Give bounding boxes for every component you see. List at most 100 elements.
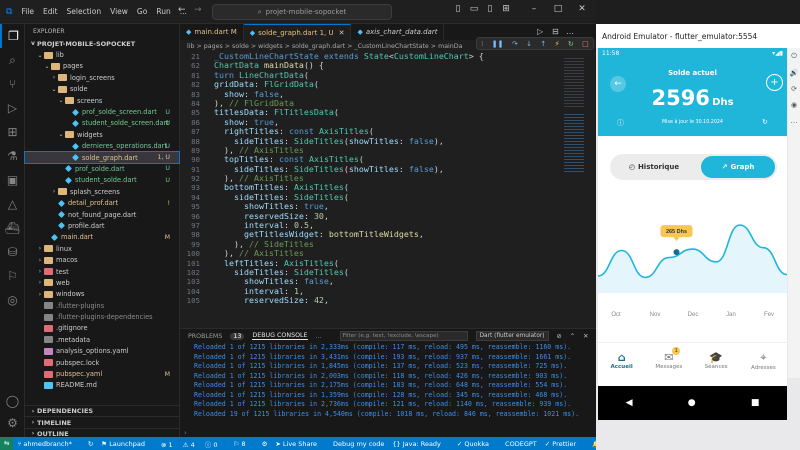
tree-item[interactable]: ⌄ screens xyxy=(25,95,179,106)
minimap[interactable] xyxy=(560,52,588,326)
prettier-status[interactable]: ✓ Prettier xyxy=(545,440,584,448)
debug-target-select[interactable]: Dart (flutter emulator) xyxy=(475,331,549,341)
tree-item[interactable]: › linux xyxy=(25,243,179,254)
data-point-highlight[interactable] xyxy=(673,249,680,256)
sync-icon[interactable]: ↻ xyxy=(88,440,93,448)
tree-item[interactable]: .gitignore xyxy=(25,323,179,334)
tree-item[interactable]: ⌄ widgets xyxy=(25,129,179,140)
info-icon[interactable]: ⓘ xyxy=(617,118,624,128)
tree-item[interactable]: .flutter-plugins-dependencies xyxy=(25,311,179,322)
run-icon[interactable]: ▷ xyxy=(537,27,543,36)
tab-problems[interactable]: PROBLEMS xyxy=(188,333,222,340)
chevron-up-icon[interactable]: ⌃ xyxy=(570,333,575,340)
project-root[interactable]: v PROJET-MOBILE-SOPOCKET xyxy=(25,38,179,49)
search-icon[interactable]: ⌕ xyxy=(0,48,25,72)
nav-messages[interactable]: ✉ Messages 1 xyxy=(645,343,692,386)
launchpad[interactable]: ⚑ Launchpad xyxy=(101,440,153,448)
database-icon[interactable]: ⛁ xyxy=(0,240,25,264)
nav-accueil[interactable]: ⌂ Accueil xyxy=(598,343,645,386)
menu-file[interactable]: File xyxy=(21,7,34,16)
java-status[interactable]: {} Java: Ready xyxy=(392,440,449,448)
git-branch[interactable]: ⑂ ahmedbranch* xyxy=(17,440,79,448)
code-editor[interactable]: 21 _CustomLineChartState extends State<Cu… xyxy=(180,52,596,326)
tree-item[interactable]: .flutter-plugins xyxy=(25,300,179,311)
gear-icon[interactable]: ⚙ xyxy=(0,411,25,435)
hot-reload-icon[interactable]: ⚡ xyxy=(555,40,560,48)
layout-panel-icon[interactable]: ▭ xyxy=(468,4,480,18)
tab-debug-console[interactable]: DEBUG CONSOLE xyxy=(252,332,308,340)
tree-item[interactable]: › web xyxy=(25,277,179,288)
explorer-icon[interactable]: ❐ xyxy=(0,24,25,48)
docker-icon[interactable]: ⛴ xyxy=(0,216,25,240)
problems-status[interactable]: ⊗ 1 ⚠ 4 ⓘ 0 xyxy=(161,439,226,449)
split-editor-icon[interactable]: ⊟ xyxy=(552,27,559,36)
tree-item[interactable]: prof_solde_screen.dart U xyxy=(25,106,179,117)
section-dependencies[interactable]: › DEPENDENCIES xyxy=(25,405,180,416)
android-back-icon[interactable]: ◀ xyxy=(626,398,633,408)
tab-axis-chart-data[interactable]: ◆ axis_chart_data.dart xyxy=(351,24,445,40)
close-tab-icon[interactable]: ✕ xyxy=(339,29,345,37)
remote-icon[interactable]: ▣ xyxy=(0,168,25,192)
tree-item[interactable]: profile.dart xyxy=(25,220,179,231)
tree-item[interactable]: › macos xyxy=(25,254,179,265)
toggle-history[interactable]: ◴ Historique xyxy=(612,156,696,178)
tree-item[interactable]: detail_prof.dart! xyxy=(25,197,179,208)
tree-item[interactable]: › windows xyxy=(25,289,179,300)
menu-selection[interactable]: Selection xyxy=(67,7,102,16)
tree-item[interactable]: ⌄ lib xyxy=(25,49,179,60)
forward-arrow-icon[interactable]: → xyxy=(194,5,202,15)
refresh-icon[interactable]: ↻ xyxy=(762,118,768,126)
drag-handle-icon[interactable]: ⁞ xyxy=(481,40,483,48)
live-share[interactable]: ➤ Live Share xyxy=(275,440,325,448)
tree-item[interactable]: dernieres_operations.dart U xyxy=(25,141,179,152)
nav-seances[interactable]: 🎓 Séances xyxy=(693,343,740,386)
layout-sidebar-icon[interactable]: ▯ xyxy=(452,4,464,18)
tab-more[interactable]: ... xyxy=(316,333,322,340)
android-recents-icon[interactable]: ■ xyxy=(751,398,760,408)
stop-icon[interactable]: □ xyxy=(582,40,589,48)
layout-custom-icon[interactable]: ⊞ xyxy=(500,4,512,18)
panel-close-icon[interactable]: ✕ xyxy=(583,333,588,340)
debug-status[interactable]: Debug my code xyxy=(333,440,384,448)
menu-run[interactable]: Run xyxy=(156,7,170,16)
menu-edit[interactable]: Edit xyxy=(43,7,58,16)
tree-item[interactable]: › splash_screens xyxy=(25,186,179,197)
test-icon[interactable]: ⚐ xyxy=(0,264,25,288)
filter-input[interactable]: Filter (e.g. text, !exclude, \escape) xyxy=(339,331,468,341)
azure-icon[interactable]: △ xyxy=(0,192,25,216)
tree-item[interactable]: .metadata xyxy=(25,334,179,345)
menu-view[interactable]: View xyxy=(110,7,128,16)
tree-item[interactable]: main.dart M xyxy=(25,232,179,243)
emulator-power-icon[interactable]: ⏻ xyxy=(788,52,800,61)
tree-item[interactable]: pubspec.lock xyxy=(25,357,179,368)
tab-main-dart[interactable]: ◆ main.dart M xyxy=(180,24,244,40)
quokka-status[interactable]: ✓ Quokka xyxy=(457,440,497,448)
ports-status[interactable]: ⚐ 8 xyxy=(234,440,254,448)
tree-item[interactable]: solde_graph.dart 1, U xyxy=(24,150,180,165)
extension-icon[interactable]: ⚙ xyxy=(262,440,268,448)
minimize-icon[interactable]: – xyxy=(528,4,540,18)
run-debug-icon[interactable]: ▷ xyxy=(0,96,25,120)
back-arrow-icon[interactable]: ← xyxy=(178,5,186,15)
codegpt-status[interactable]: CODEGPT xyxy=(505,440,537,448)
console-prompt-icon[interactable]: › xyxy=(184,429,187,437)
tree-item[interactable]: not_found_page.dart xyxy=(25,209,179,220)
more-actions-icon[interactable]: … xyxy=(566,27,574,36)
layout-secondary-icon[interactable]: ▯ xyxy=(484,4,496,18)
toggle-graph[interactable]: ↗ Graph xyxy=(701,156,775,178)
emulator-rotate-icon[interactable]: ⟳ xyxy=(788,85,800,93)
tree-item[interactable]: student_solde_screen.dart U xyxy=(25,118,179,129)
nav-adresses[interactable]: ⌖ Adresses xyxy=(740,343,787,386)
command-center-search[interactable]: ⌕ projet-mobile-sopocket xyxy=(212,4,392,20)
tree-item[interactable]: › login_screens xyxy=(25,72,179,83)
extensions-icon[interactable]: ⊞ xyxy=(0,120,25,144)
tree-item[interactable]: ⌄ pages xyxy=(25,61,179,72)
tree-item[interactable]: README.md xyxy=(25,380,179,391)
pause-icon[interactable]: ❚❚ xyxy=(492,40,504,48)
close-icon[interactable]: ✕ xyxy=(576,4,588,18)
tree-item[interactable]: analysis_options.yaml xyxy=(25,346,179,357)
section-timeline[interactable]: › TIMELINE xyxy=(25,416,180,427)
tree-item[interactable]: prof_solde.dart U xyxy=(25,163,179,174)
tree-item[interactable]: pubspec.yaml M xyxy=(25,368,179,379)
android-home-icon[interactable]: ● xyxy=(688,398,696,408)
